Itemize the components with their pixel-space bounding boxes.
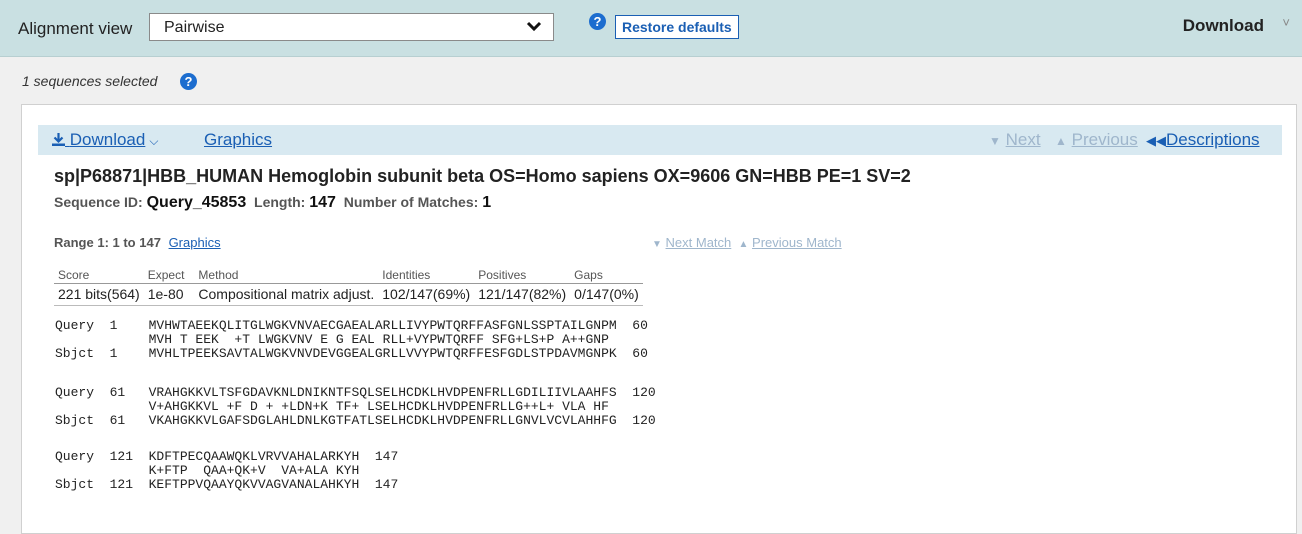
midline: MVH T EEK +T LWGKVNV E G EAL RLL+VYPWTQR… bbox=[55, 332, 609, 347]
back-arrow-icon: ◀◀ bbox=[1146, 133, 1166, 148]
score-table: Score Expect Method Identities Positives… bbox=[54, 268, 643, 306]
down-triangle-icon: ▼ bbox=[989, 134, 1001, 148]
next-label: Next bbox=[1005, 130, 1041, 149]
col-gaps: Gaps bbox=[570, 268, 643, 284]
range-header: Range 1: 1 to 147 Graphics bbox=[54, 235, 221, 250]
seq-id-label: Sequence ID: bbox=[54, 194, 143, 210]
col-positives: Positives bbox=[474, 268, 571, 284]
hit-title: sp|P68871|HBB_HUMAN Hemoglobin subunit b… bbox=[54, 166, 911, 186]
score-value: 221 bits(564) bbox=[54, 283, 144, 306]
download-menu[interactable]: Download bbox=[1183, 16, 1264, 36]
descriptions-label: Descriptions bbox=[1166, 130, 1260, 149]
midline: K+FTP QAA+QK+V VA+ALA KYH bbox=[55, 463, 360, 478]
selection-count: 1 sequences selected bbox=[22, 73, 158, 89]
panel-download-link[interactable]: Download ⌵ bbox=[52, 130, 158, 150]
next-match-link[interactable]: Next Match bbox=[666, 235, 732, 250]
length-label: Length: bbox=[254, 194, 306, 210]
col-expect: Expect bbox=[143, 268, 195, 284]
chevron-down-icon: ⌵ bbox=[149, 134, 159, 148]
restore-defaults-button[interactable]: Restore defaults bbox=[615, 15, 739, 39]
alignment-toolbar: Alignment view Pairwise ? Restore defaul… bbox=[0, 0, 1302, 57]
up-triangle-icon: ▲ bbox=[738, 239, 749, 250]
panel-graphics-link[interactable]: Graphics bbox=[204, 130, 272, 150]
chevron-down-icon bbox=[526, 21, 542, 32]
alignment-view-select[interactable]: Pairwise bbox=[149, 13, 554, 41]
down-triangle-icon: ▼ bbox=[652, 239, 662, 250]
sbjct-line: Sbjct 121 KEFTPPVQAAYQKVVAGVANALAHKYH 14… bbox=[55, 477, 399, 492]
range-label: Range 1: 1 to 147 bbox=[54, 235, 161, 250]
col-score: Score bbox=[54, 268, 144, 284]
matches-value: 1 bbox=[482, 194, 492, 211]
help-icon[interactable]: ? bbox=[589, 13, 606, 30]
score-table-header: Score Expect Method Identities Positives… bbox=[54, 268, 643, 284]
range-graphics-link[interactable]: Graphics bbox=[169, 235, 221, 250]
alignment-view-value: Pairwise bbox=[164, 19, 225, 36]
midline: V+AHGKKVL +F D + +LDN+K TF+ LSELHCDKLHVD… bbox=[55, 399, 609, 414]
download-icon bbox=[52, 133, 65, 146]
table-row: 221 bits(564) 1e-80 Compositional matrix… bbox=[54, 283, 643, 306]
previous-link[interactable]: ▲ Previous bbox=[1055, 130, 1138, 150]
alignment-panel: Download ⌵ Graphics ▼ Next ▲ Previous ◀◀D… bbox=[21, 104, 1297, 534]
panel-download-label: Download bbox=[69, 130, 146, 149]
previous-label: Previous bbox=[1071, 130, 1138, 149]
method-value: Compositional matrix adjust. bbox=[194, 283, 379, 306]
col-method: Method bbox=[194, 268, 379, 284]
chevron-down-icon[interactable]: ˅ bbox=[1282, 15, 1290, 30]
gaps-value: 0/147(0%) bbox=[570, 283, 643, 306]
descriptions-link[interactable]: ◀◀Descriptions bbox=[1146, 130, 1260, 150]
query-line: Query 121 KDFTPECQAAWQKLVRVVAHALARKYH 14… bbox=[55, 449, 399, 464]
sbjct-line: Sbjct 61 VKAHGKKVLGAFSDGLAHLDNLKGTFATLSE… bbox=[55, 413, 656, 428]
sbjct-line: Sbjct 1 MVHLTPEEKSAVTALWGKVNVDEVGGEALGRL… bbox=[55, 346, 648, 361]
alignment-view-label: Alignment view bbox=[18, 19, 133, 38]
up-triangle-icon: ▲ bbox=[1055, 134, 1067, 148]
alignment-block-1: Query 1 MVHWTAEEKQLITGLWGKVNVAECGAEALARL… bbox=[55, 319, 648, 361]
query-line: Query 1 MVHWTAEEKQLITGLWGKVNVAECGAEALARL… bbox=[55, 318, 648, 333]
alignment-block-2: Query 61 VRAHGKKVLTSFGDAVKNLDNIKNTFSQLSE… bbox=[55, 386, 656, 428]
col-identities: Identities bbox=[378, 268, 475, 284]
panel-toolbar: Download ⌵ Graphics ▼ Next ▲ Previous ◀◀D… bbox=[38, 125, 1282, 155]
expect-value: 1e-80 bbox=[143, 283, 195, 306]
query-line: Query 61 VRAHGKKVLTSFGDAVKNLDNIKNTFSQLSE… bbox=[55, 385, 656, 400]
positives-value: 121/147(82%) bbox=[474, 283, 571, 306]
length-value: 147 bbox=[309, 194, 336, 211]
match-navigation: ▼ Next Match ▲ Previous Match bbox=[652, 235, 842, 250]
seq-id-value: Query_45853 bbox=[146, 194, 247, 211]
sequence-info: Sequence ID: Query_45853 Length: 147 Num… bbox=[54, 194, 491, 212]
help-icon[interactable]: ? bbox=[180, 73, 197, 90]
alignment-block-3: Query 121 KDFTPECQAAWQKLVRVVAHALARKYH 14… bbox=[55, 450, 398, 492]
next-link[interactable]: ▼ Next bbox=[989, 130, 1041, 150]
matches-label: Number of Matches: bbox=[343, 194, 479, 210]
previous-match-link[interactable]: Previous Match bbox=[752, 235, 842, 250]
identities-value: 102/147(69%) bbox=[378, 283, 475, 306]
